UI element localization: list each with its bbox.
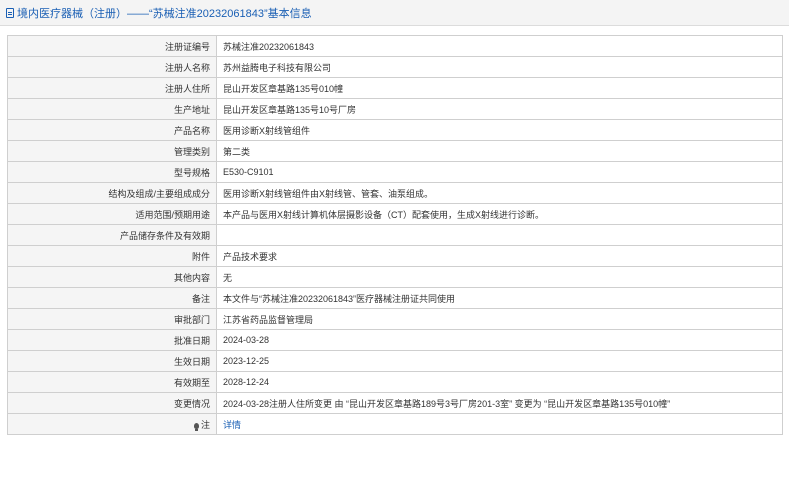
table-row: 适用范围/预期用途 本产品与医用X射线计算机体层摄影设备（CT）配套使用，生成X… xyxy=(7,203,783,225)
table-row: 其他内容 无 xyxy=(7,266,783,288)
document-icon xyxy=(6,7,14,18)
row-value: 2028-12-24 xyxy=(216,371,783,393)
row-label: 生产地址 xyxy=(7,98,217,120)
row-label: 变更情况 xyxy=(7,392,217,414)
row-value: 产品技术要求 xyxy=(216,245,783,267)
table-row: 型号规格 E530-C9101 xyxy=(7,161,783,183)
row-label: 附件 xyxy=(7,245,217,267)
details-link[interactable]: 详情 xyxy=(223,420,241,430)
table-row: 变更情况 2024-03-28注册人住所变更 由 “昆山开发区章基路189号3号… xyxy=(7,392,783,414)
table-row: 注册人名称 苏州益腾电子科技有限公司 xyxy=(7,56,783,78)
table-row: 生效日期 2023-12-25 xyxy=(7,350,783,372)
row-label: 注册人住所 xyxy=(7,77,217,99)
row-value: 医用诊断X射线管组件 xyxy=(216,119,783,141)
note-label-cell: 注 xyxy=(7,413,217,435)
row-value: 苏州益腾电子科技有限公司 xyxy=(216,56,783,78)
row-label: 其他内容 xyxy=(7,266,217,288)
bulb-icon xyxy=(193,422,199,431)
table-row-note: 注 详情 xyxy=(7,413,783,435)
row-value: 本文件与“苏械注准20232061843”医疗器械注册证共同使用 xyxy=(216,287,783,309)
row-label: 备注 xyxy=(7,287,217,309)
row-value: 2024-03-28注册人住所变更 由 “昆山开发区章基路189号3号厂房201… xyxy=(216,392,783,414)
row-label: 适用范围/预期用途 xyxy=(7,203,217,225)
row-value: 医用诊断X射线管组件由X射线管、管套、油泵组成。 xyxy=(216,182,783,204)
row-label: 型号规格 xyxy=(7,161,217,183)
row-value: 昆山开发区章基路135号010幢 xyxy=(216,77,783,99)
note-label: 注 xyxy=(200,419,210,430)
row-value: 本产品与医用X射线计算机体层摄影设备（CT）配套使用，生成X射线进行诊断。 xyxy=(216,203,783,225)
row-label: 有效期至 xyxy=(7,371,217,393)
table-row: 审批部门 江苏省药品监督管理局 xyxy=(7,308,783,330)
row-value: E530-C9101 xyxy=(216,161,783,183)
info-table: 注册证编号 苏械注准20232061843 注册人名称 苏州益腾电子科技有限公司… xyxy=(7,35,783,435)
table-row: 生产地址 昆山开发区章基路135号10号厂房 xyxy=(7,98,783,120)
table-row: 产品名称 医用诊断X射线管组件 xyxy=(7,119,783,141)
row-label: 注册证编号 xyxy=(7,35,217,57)
row-value: 2023-12-25 xyxy=(216,350,783,372)
row-label: 管理类别 xyxy=(7,140,217,162)
page-title: 境内医疗器械（注册）——“苏械注准20232061843”基本信息 xyxy=(17,7,312,20)
table-row: 批准日期 2024-03-28 xyxy=(7,329,783,351)
row-value: 昆山开发区章基路135号10号厂房 xyxy=(216,98,783,120)
row-value: 无 xyxy=(216,266,783,288)
row-label: 批准日期 xyxy=(7,329,217,351)
row-label: 产品储存条件及有效期 xyxy=(7,224,217,246)
row-label: 审批部门 xyxy=(7,308,217,330)
table-row: 备注 本文件与“苏械注准20232061843”医疗器械注册证共同使用 xyxy=(7,287,783,309)
table-row: 结构及组成/主要组成成分 医用诊断X射线管组件由X射线管、管套、油泵组成。 xyxy=(7,182,783,204)
table-row: 有效期至 2028-12-24 xyxy=(7,371,783,393)
row-label: 产品名称 xyxy=(7,119,217,141)
row-label: 结构及组成/主要组成成分 xyxy=(7,182,217,204)
page-header: 境内医疗器械（注册）——“苏械注准20232061843”基本信息 xyxy=(0,0,789,26)
table-row: 附件 产品技术要求 xyxy=(7,245,783,267)
row-value: 2024-03-28 xyxy=(216,329,783,351)
table-row: 注册证编号 苏械注准20232061843 xyxy=(7,35,783,57)
table-row: 产品储存条件及有效期 xyxy=(7,224,783,246)
row-value: 江苏省药品监督管理局 xyxy=(216,308,783,330)
row-value xyxy=(216,224,783,246)
row-label: 生效日期 xyxy=(7,350,217,372)
row-label: 注册人名称 xyxy=(7,56,217,78)
note-value-cell: 详情 xyxy=(216,413,783,435)
table-row: 注册人住所 昆山开发区章基路135号010幢 xyxy=(7,77,783,99)
row-value: 第二类 xyxy=(216,140,783,162)
table-row: 管理类别 第二类 xyxy=(7,140,783,162)
row-value: 苏械注准20232061843 xyxy=(216,35,783,57)
